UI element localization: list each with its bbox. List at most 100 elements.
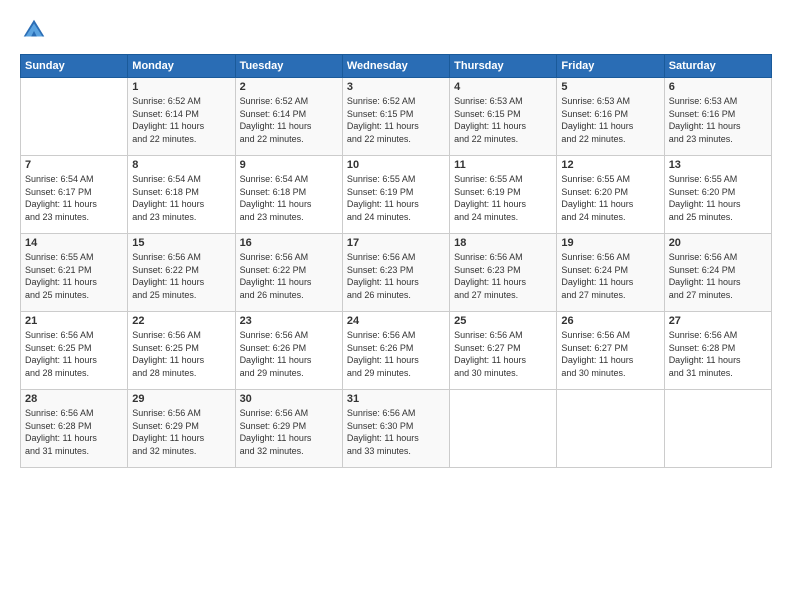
day-number: 8 bbox=[132, 159, 230, 171]
calendar-cell: 24 Sunrise: 6:56 AM Sunset: 6:26 PM Dayli… bbox=[342, 312, 449, 390]
calendar-cell: 4 Sunrise: 6:53 AM Sunset: 6:15 PM Daylig… bbox=[450, 78, 557, 156]
calendar-cell: 26 Sunrise: 6:56 AM Sunset: 6:27 PM Dayli… bbox=[557, 312, 664, 390]
day-number: 11 bbox=[454, 159, 552, 171]
cell-content: Sunrise: 6:56 AM Sunset: 6:23 PM Dayligh… bbox=[454, 251, 552, 301]
day-header-saturday: Saturday bbox=[664, 55, 771, 78]
calendar-cell: 15 Sunrise: 6:56 AM Sunset: 6:22 PM Dayli… bbox=[128, 234, 235, 312]
calendar-cell: 16 Sunrise: 6:56 AM Sunset: 6:22 PM Dayli… bbox=[235, 234, 342, 312]
calendar-cell: 14 Sunrise: 6:55 AM Sunset: 6:21 PM Dayli… bbox=[21, 234, 128, 312]
day-number: 26 bbox=[561, 315, 659, 327]
calendar-cell: 20Sunrise: 6:56 AM Sunset: 6:24 PM Dayli… bbox=[664, 234, 771, 312]
cell-content: Sunrise: 6:54 AM Sunset: 6:17 PM Dayligh… bbox=[25, 173, 123, 223]
cell-content: Sunrise: 6:53 AM Sunset: 6:15 PM Dayligh… bbox=[454, 95, 552, 145]
calendar-cell: 3 Sunrise: 6:52 AM Sunset: 6:15 PM Daylig… bbox=[342, 78, 449, 156]
day-number: 5 bbox=[561, 81, 659, 93]
cell-content: Sunrise: 6:56 AM Sunset: 6:29 PM Dayligh… bbox=[132, 407, 230, 457]
cell-content: Sunrise: 6:56 AM Sunset: 6:28 PM Dayligh… bbox=[25, 407, 123, 457]
day-header-wednesday: Wednesday bbox=[342, 55, 449, 78]
calendar-cell: 21 Sunrise: 6:56 AM Sunset: 6:25 PM Dayli… bbox=[21, 312, 128, 390]
calendar-cell: 25 Sunrise: 6:56 AM Sunset: 6:27 PM Dayli… bbox=[450, 312, 557, 390]
calendar-cell: 9 Sunrise: 6:54 AM Sunset: 6:18 PM Daylig… bbox=[235, 156, 342, 234]
calendar-cell: 19 Sunrise: 6:56 AM Sunset: 6:24 PM Dayli… bbox=[557, 234, 664, 312]
calendar-cell: 2 Sunrise: 6:52 AM Sunset: 6:14 PM Daylig… bbox=[235, 78, 342, 156]
cell-content: Sunrise: 6:52 AM Sunset: 6:15 PM Dayligh… bbox=[347, 95, 445, 145]
cell-content: Sunrise: 6:56 AM Sunset: 6:27 PM Dayligh… bbox=[454, 329, 552, 379]
calendar-week-5: 28 Sunrise: 6:56 AM Sunset: 6:28 PM Dayli… bbox=[21, 390, 772, 468]
calendar-cell bbox=[664, 390, 771, 468]
header bbox=[20, 16, 772, 44]
day-number: 31 bbox=[347, 393, 445, 405]
cell-content: Sunrise: 6:54 AM Sunset: 6:18 PM Dayligh… bbox=[132, 173, 230, 223]
day-number: 9 bbox=[240, 159, 338, 171]
calendar-cell: 5 Sunrise: 6:53 AM Sunset: 6:16 PM Daylig… bbox=[557, 78, 664, 156]
day-number: 20 bbox=[669, 237, 767, 249]
cell-content: Sunrise: 6:56 AM Sunset: 6:26 PM Dayligh… bbox=[240, 329, 338, 379]
calendar-cell: 7 Sunrise: 6:54 AM Sunset: 6:17 PM Daylig… bbox=[21, 156, 128, 234]
cell-content: Sunrise: 6:56 AM Sunset: 6:27 PM Dayligh… bbox=[561, 329, 659, 379]
cell-content: Sunrise: 6:56 AM Sunset: 6:22 PM Dayligh… bbox=[132, 251, 230, 301]
calendar-week-4: 21 Sunrise: 6:56 AM Sunset: 6:25 PM Dayli… bbox=[21, 312, 772, 390]
cell-content: Sunrise: 6:54 AM Sunset: 6:18 PM Dayligh… bbox=[240, 173, 338, 223]
calendar-cell: 27 Sunrise: 6:56 AM Sunset: 6:28 PM Dayli… bbox=[664, 312, 771, 390]
day-number: 21 bbox=[25, 315, 123, 327]
cell-content: Sunrise: 6:56 AM Sunset: 6:25 PM Dayligh… bbox=[25, 329, 123, 379]
day-number: 16 bbox=[240, 237, 338, 249]
day-number: 15 bbox=[132, 237, 230, 249]
day-number: 17 bbox=[347, 237, 445, 249]
calendar-cell: 13 Sunrise: 6:55 AM Sunset: 6:20 PM Dayli… bbox=[664, 156, 771, 234]
day-number: 18 bbox=[454, 237, 552, 249]
calendar-cell bbox=[557, 390, 664, 468]
calendar-cell: 28 Sunrise: 6:56 AM Sunset: 6:28 PM Dayli… bbox=[21, 390, 128, 468]
calendar-cell: 23 Sunrise: 6:56 AM Sunset: 6:26 PM Dayli… bbox=[235, 312, 342, 390]
day-number: 2 bbox=[240, 81, 338, 93]
cell-content: Sunrise: 6:56 AM Sunset: 6:26 PM Dayligh… bbox=[347, 329, 445, 379]
day-number: 14 bbox=[25, 237, 123, 249]
cell-content: Sunrise: 6:56 AM Sunset: 6:30 PM Dayligh… bbox=[347, 407, 445, 457]
cell-content: Sunrise: 6:55 AM Sunset: 6:19 PM Dayligh… bbox=[347, 173, 445, 223]
cell-content: Sunrise: 6:55 AM Sunset: 6:19 PM Dayligh… bbox=[454, 173, 552, 223]
calendar-cell: 6 Sunrise: 6:53 AM Sunset: 6:16 PM Daylig… bbox=[664, 78, 771, 156]
cell-content: Sunrise: 6:56 AM Sunset: 6:23 PM Dayligh… bbox=[347, 251, 445, 301]
calendar-cell: 30Sunrise: 6:56 AM Sunset: 6:29 PM Dayli… bbox=[235, 390, 342, 468]
calendar-cell bbox=[450, 390, 557, 468]
page: SundayMondayTuesdayWednesdayThursdayFrid… bbox=[0, 0, 792, 612]
day-number: 13 bbox=[669, 159, 767, 171]
calendar-cell: 8 Sunrise: 6:54 AM Sunset: 6:18 PM Daylig… bbox=[128, 156, 235, 234]
cell-content: Sunrise: 6:56 AM Sunset: 6:28 PM Dayligh… bbox=[669, 329, 767, 379]
day-number: 19 bbox=[561, 237, 659, 249]
cell-content: Sunrise: 6:53 AM Sunset: 6:16 PM Dayligh… bbox=[561, 95, 659, 145]
cell-content: Sunrise: 6:56 AM Sunset: 6:22 PM Dayligh… bbox=[240, 251, 338, 301]
cell-content: Sunrise: 6:55 AM Sunset: 6:21 PM Dayligh… bbox=[25, 251, 123, 301]
day-number: 22 bbox=[132, 315, 230, 327]
logo bbox=[20, 16, 52, 44]
cell-content: Sunrise: 6:56 AM Sunset: 6:24 PM Dayligh… bbox=[561, 251, 659, 301]
calendar-cell: 12Sunrise: 6:55 AM Sunset: 6:20 PM Dayli… bbox=[557, 156, 664, 234]
day-number: 28 bbox=[25, 393, 123, 405]
day-header-monday: Monday bbox=[128, 55, 235, 78]
day-number: 3 bbox=[347, 81, 445, 93]
calendar-table: SundayMondayTuesdayWednesdayThursdayFrid… bbox=[20, 54, 772, 468]
calendar-week-2: 7 Sunrise: 6:54 AM Sunset: 6:17 PM Daylig… bbox=[21, 156, 772, 234]
cell-content: Sunrise: 6:53 AM Sunset: 6:16 PM Dayligh… bbox=[669, 95, 767, 145]
day-number: 27 bbox=[669, 315, 767, 327]
day-number: 7 bbox=[25, 159, 123, 171]
calendar-week-3: 14 Sunrise: 6:55 AM Sunset: 6:21 PM Dayli… bbox=[21, 234, 772, 312]
cell-content: Sunrise: 6:55 AM Sunset: 6:20 PM Dayligh… bbox=[669, 173, 767, 223]
cell-content: Sunrise: 6:56 AM Sunset: 6:29 PM Dayligh… bbox=[240, 407, 338, 457]
logo-icon bbox=[20, 16, 48, 44]
day-number: 25 bbox=[454, 315, 552, 327]
day-number: 12 bbox=[561, 159, 659, 171]
calendar-cell: 11 Sunrise: 6:55 AM Sunset: 6:19 PM Dayli… bbox=[450, 156, 557, 234]
day-number: 23 bbox=[240, 315, 338, 327]
calendar-cell: 10Sunrise: 6:55 AM Sunset: 6:19 PM Dayli… bbox=[342, 156, 449, 234]
cell-content: Sunrise: 6:52 AM Sunset: 6:14 PM Dayligh… bbox=[240, 95, 338, 145]
day-number: 1 bbox=[132, 81, 230, 93]
day-header-sunday: Sunday bbox=[21, 55, 128, 78]
day-number: 29 bbox=[132, 393, 230, 405]
day-number: 24 bbox=[347, 315, 445, 327]
day-number: 6 bbox=[669, 81, 767, 93]
calendar-cell: 31 Sunrise: 6:56 AM Sunset: 6:30 PM Dayli… bbox=[342, 390, 449, 468]
calendar-cell: 18 Sunrise: 6:56 AM Sunset: 6:23 PM Dayli… bbox=[450, 234, 557, 312]
day-number: 4 bbox=[454, 81, 552, 93]
day-header-tuesday: Tuesday bbox=[235, 55, 342, 78]
